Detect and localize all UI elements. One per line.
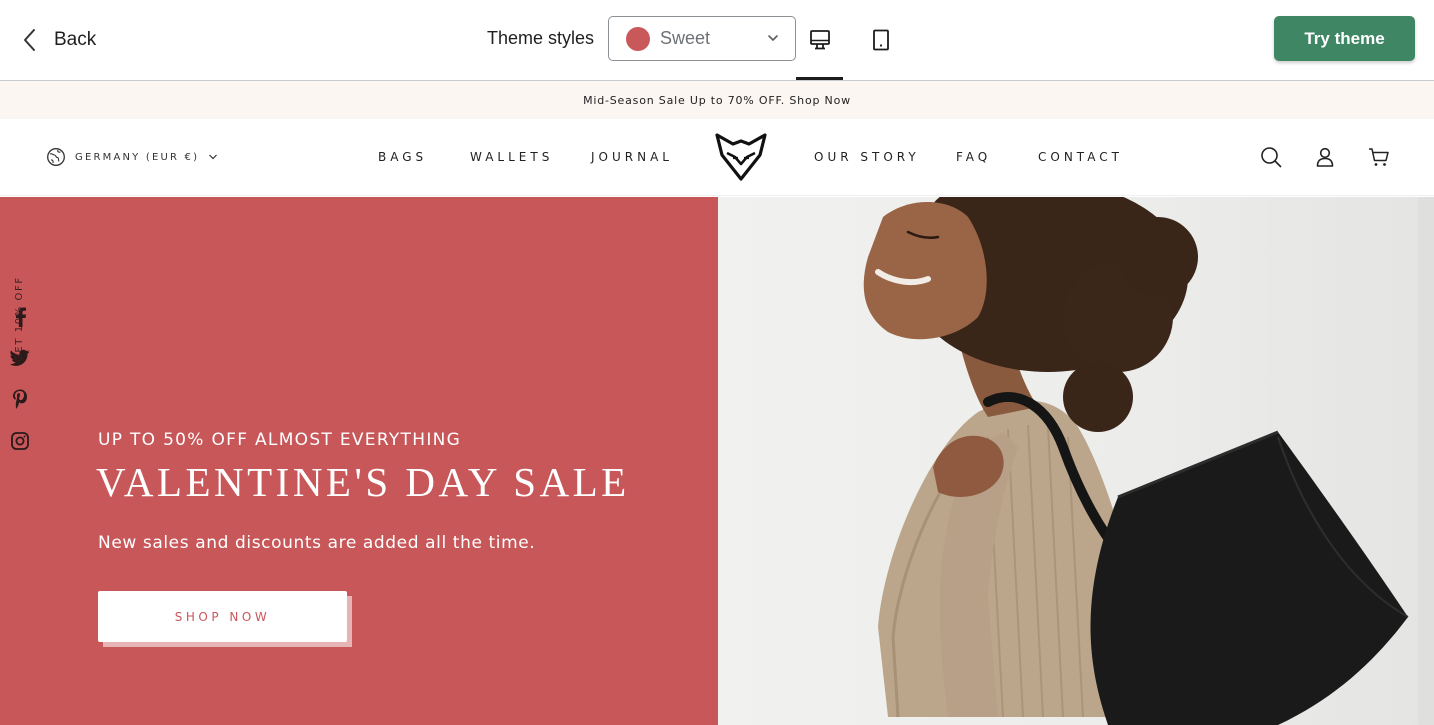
store-logo[interactable] — [713, 131, 769, 183]
announcement-bar: Mid-Season Sale Up to 70% OFF. Shop Now — [0, 81, 1434, 119]
mobile-view-button[interactable] — [866, 28, 896, 58]
locale-label: GERMANY (EUR €) — [75, 151, 200, 163]
account-icon[interactable] — [1313, 145, 1337, 169]
back-button[interactable]: Back — [22, 22, 96, 58]
theme-style-select[interactable]: Sweet — [608, 16, 796, 61]
nav-item-wallets[interactable]: WALLETS — [470, 150, 553, 164]
announcement-link[interactable]: Mid-Season Sale Up to 70% OFF. Shop Now — [583, 94, 851, 107]
nav-item-journal[interactable]: JOURNAL — [591, 150, 673, 164]
fox-logo-icon — [715, 133, 767, 181]
pinterest-link[interactable] — [9, 388, 31, 410]
desktop-icon — [810, 30, 830, 50]
chevron-down-icon — [768, 35, 778, 41]
promo-side-tab[interactable]: GET 10% OFF — [14, 266, 25, 362]
hero-image — [718, 197, 1434, 725]
store-header: GERMANY (EUR €) BAGS WALLETS JOURNAL OUR… — [0, 119, 1434, 196]
chevron-left-icon — [24, 29, 35, 51]
hero-headline: VALENTINE'S DAY SALE — [96, 459, 630, 505]
instagram-icon — [11, 432, 29, 450]
nav-item-our-story[interactable]: OUR STORY — [814, 150, 920, 164]
nav-item-contact[interactable]: CONTACT — [1038, 150, 1123, 164]
desktop-view-button[interactable] — [805, 28, 835, 58]
style-color-swatch — [626, 26, 650, 51]
hero-subtext: New sales and discounts are added all th… — [98, 533, 536, 553]
hero-promo-panel: GET 10% OFF UP TO 50% OFF ALMOST EVERYTH… — [0, 197, 718, 725]
try-theme-button[interactable]: Try theme — [1274, 16, 1415, 61]
chevron-down-icon — [209, 154, 218, 160]
locale-selector[interactable]: GERMANY (EUR €) — [46, 147, 218, 167]
nav-item-faq[interactable]: FAQ — [956, 150, 991, 164]
nav-item-bags[interactable]: BAGS — [378, 150, 427, 164]
instagram-link[interactable] — [9, 430, 31, 452]
theme-styles-label: Theme styles — [487, 28, 595, 48]
hero-eyebrow: UP TO 50% OFF ALMOST EVERYTHING — [98, 430, 462, 450]
model-with-tote-bag-illustration — [863, 197, 1434, 725]
selected-style-value: Sweet — [660, 28, 711, 48]
search-icon[interactable] — [1259, 145, 1283, 169]
shop-now-button[interactable]: SHOP NOW — [98, 591, 347, 642]
mobile-icon — [873, 29, 889, 51]
globe-icon — [47, 148, 65, 166]
cart-icon[interactable] — [1367, 145, 1391, 169]
theme-preview-bar: Back Theme styles Sweet Try theme — [0, 0, 1434, 81]
active-device-indicator — [796, 77, 843, 80]
back-label: Back — [54, 29, 97, 50]
pinterest-icon — [13, 389, 27, 409]
